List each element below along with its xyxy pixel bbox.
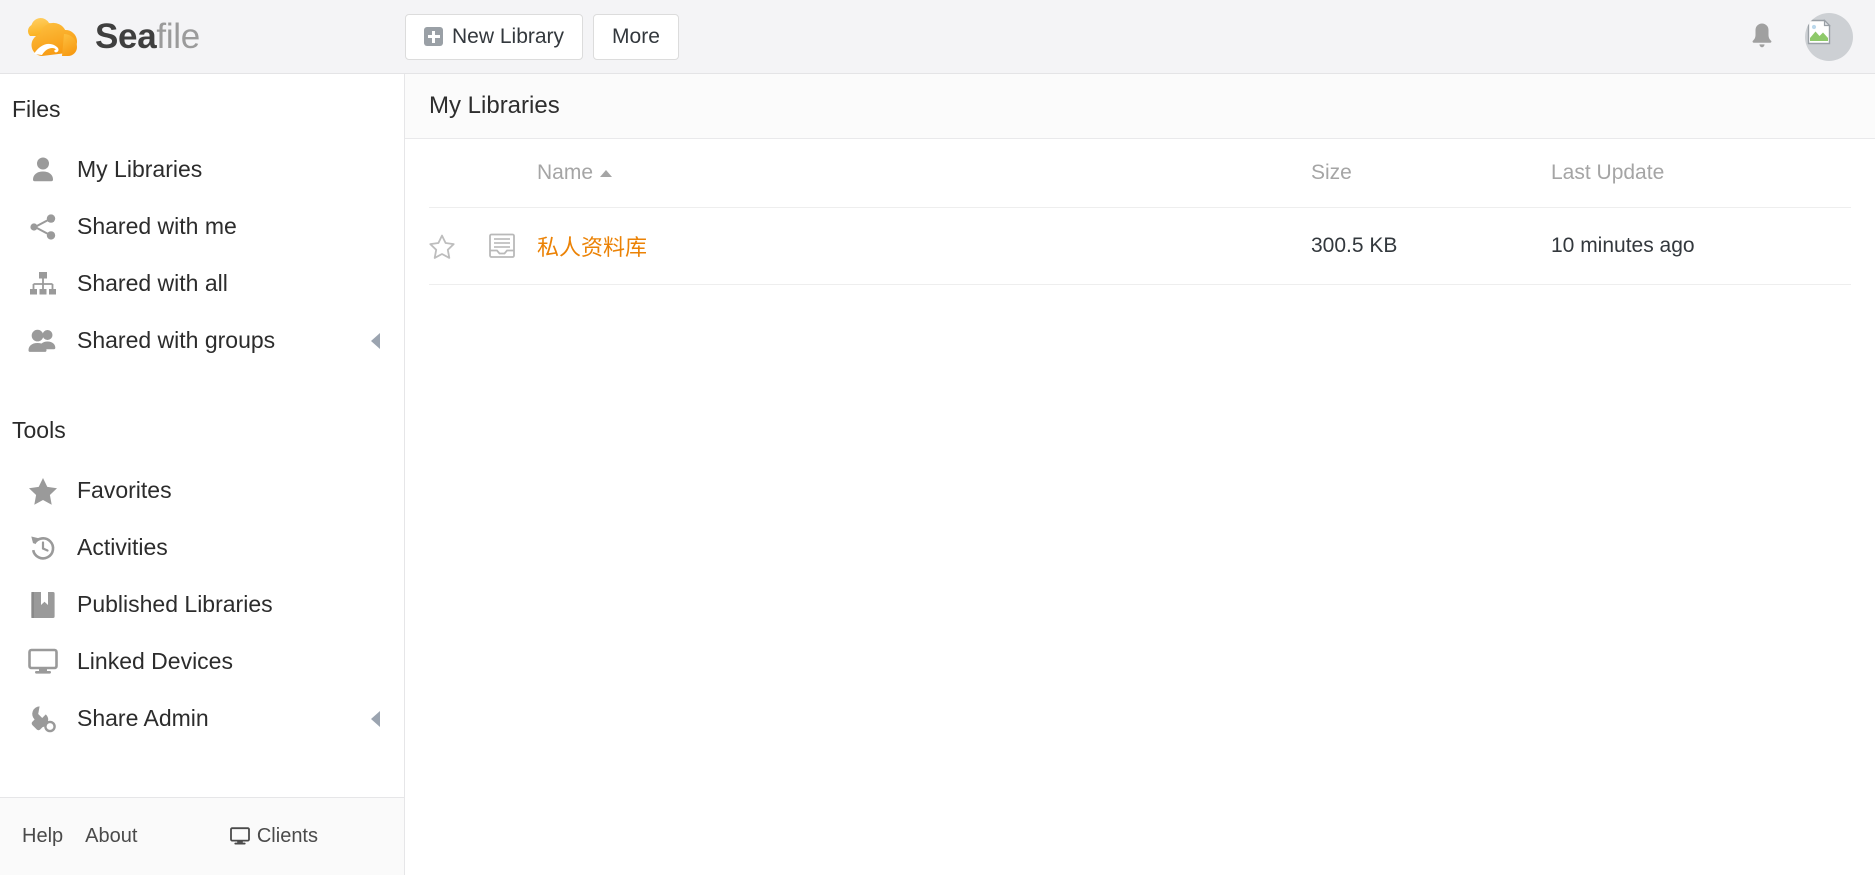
sidebar-item-favorites[interactable]: Favorites — [0, 462, 404, 519]
sidebar-scroll: Files My Libraries Shared with me Shared… — [0, 74, 404, 797]
avatar[interactable] — [1805, 12, 1853, 61]
about-link[interactable]: About — [85, 825, 137, 848]
sitemap-icon — [28, 269, 58, 299]
library-table: Name Size Last Update 私人资料库 300.5 KB 10 … — [429, 139, 1851, 285]
sidebar-item-share-admin[interactable]: Share Admin — [0, 690, 404, 747]
seafile-app: Seafile New Library More Files My Librar… — [0, 0, 1875, 875]
table-header-row: Name Size Last Update — [429, 139, 1851, 208]
caret-up-icon — [600, 169, 613, 177]
collapse-arrow-icon[interactable] — [371, 710, 380, 727]
sidebar-item-label: Shared with me — [77, 213, 237, 239]
sidebar-item-shared-with-me[interactable]: Shared with me — [0, 198, 404, 255]
sidebar: Files My Libraries Shared with me Shared… — [0, 74, 405, 875]
sort-by-name[interactable]: Name — [537, 161, 613, 185]
bell-icon — [1752, 23, 1772, 48]
brand-name-light: file — [156, 17, 200, 56]
users-icon — [28, 326, 58, 356]
seafile-cloud-logo — [27, 17, 78, 56]
sidebar-item-label: Favorites — [77, 477, 172, 503]
row-name-cell: 私人资料库 — [537, 207, 1311, 285]
sidebar-item-activities[interactable]: Activities — [0, 519, 404, 576]
sidebar-item-label: Published Libraries — [77, 591, 273, 617]
header-size[interactable]: Size — [1311, 139, 1551, 208]
top-header: Seafile New Library More — [0, 0, 1875, 74]
sidebar-footer: Help About Clients — [0, 797, 404, 875]
more-label: More — [612, 24, 660, 48]
sidebar-item-label: Linked Devices — [77, 648, 233, 674]
monitor-icon — [28, 647, 58, 677]
monitor-icon — [229, 827, 250, 845]
share-nodes-icon — [28, 212, 58, 242]
library-icon — [489, 233, 515, 258]
header-name[interactable]: Name — [537, 139, 1311, 208]
library-table-wrap: Name Size Last Update 私人资料库 300.5 KB 10 … — [405, 139, 1875, 875]
header-actions: New Library More — [405, 13, 679, 60]
brand-logo-link[interactable]: Seafile — [20, 14, 200, 60]
sidebar-item-shared-with-groups[interactable]: Shared with groups — [0, 312, 404, 369]
sidebar-item-label: My Libraries — [77, 156, 203, 182]
library-name-link[interactable]: 私人资料库 — [537, 235, 647, 260]
body: Files My Libraries Shared with me Shared… — [0, 74, 1875, 875]
brand-name-bold: Sea — [95, 17, 157, 56]
logo-zone: Seafile — [0, 0, 405, 73]
star-outline-icon[interactable] — [429, 234, 455, 259]
sidebar-item-label: Shared with all — [77, 270, 228, 296]
more-button[interactable]: More — [593, 13, 679, 60]
notifications-button[interactable] — [1745, 17, 1779, 57]
sidebar-item-label: Shared with groups — [77, 327, 276, 353]
star-icon — [28, 476, 58, 506]
plus-square-icon — [424, 27, 443, 46]
sidebar-item-shared-with-all[interactable]: Shared with all — [0, 255, 404, 312]
sidebar-item-my-libraries[interactable]: My Libraries — [0, 141, 404, 198]
collapse-arrow-icon[interactable] — [371, 332, 380, 349]
table-row[interactable]: 私人资料库 300.5 KB 10 minutes ago — [429, 207, 1851, 285]
header-right-tools — [1745, 0, 1853, 73]
wrench-icon — [28, 704, 58, 734]
sidebar-heading-tools: Tools — [12, 417, 66, 443]
main-header: My Libraries — [405, 74, 1875, 139]
brand-name: Seafile — [95, 19, 200, 54]
main-content: My Libraries Name Size Last Update 私人资料库… — [405, 74, 1875, 875]
row-star-cell — [429, 207, 487, 285]
broken-image-icon — [1807, 18, 1831, 44]
row-last-update-cell: 10 minutes ago — [1551, 207, 1851, 285]
user-icon — [28, 155, 58, 185]
row-size-cell: 300.5 KB — [1311, 207, 1551, 285]
sidebar-item-linked-devices[interactable]: Linked Devices — [0, 633, 404, 690]
history-icon — [28, 533, 58, 563]
clients-link[interactable]: Clients — [229, 825, 318, 848]
header-icon — [487, 139, 537, 208]
new-library-button[interactable]: New Library — [405, 13, 584, 60]
clients-label: Clients — [256, 825, 318, 847]
sidebar-heading-files: Files — [12, 96, 61, 122]
header-last-update[interactable]: Last Update — [1551, 139, 1851, 208]
help-link[interactable]: Help — [22, 825, 63, 848]
header-star — [429, 139, 487, 208]
sidebar-item-published-libraries[interactable]: Published Libraries — [0, 576, 404, 633]
book-icon — [28, 590, 58, 620]
sidebar-item-label: Activities — [77, 534, 168, 560]
page-title: My Libraries — [429, 92, 560, 119]
sidebar-item-label: Share Admin — [77, 705, 209, 731]
new-library-label: New Library — [452, 24, 565, 48]
row-library-icon-cell — [487, 207, 537, 285]
header-name-label: Name — [537, 161, 594, 184]
